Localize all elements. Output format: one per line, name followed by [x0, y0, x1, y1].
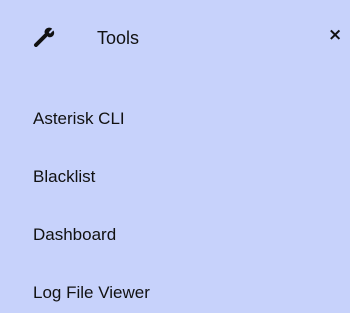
menu-item-dashboard[interactable]: Dashboard — [0, 212, 350, 270]
tools-menu: Asterisk CLI Blacklist Dashboard Log Fil… — [0, 96, 350, 313]
menu-item-log-file-viewer[interactable]: Log File Viewer — [0, 270, 350, 313]
panel-header: Tools × — [0, 0, 350, 78]
menu-item-label: Dashboard — [33, 225, 117, 244]
wrench-icon — [34, 27, 55, 47]
menu-item-blacklist[interactable]: Blacklist — [0, 154, 350, 212]
menu-item-label: Blacklist — [33, 167, 96, 186]
panel-title: Tools — [97, 28, 140, 48]
menu-item-asterisk-cli[interactable]: Asterisk CLI — [0, 96, 350, 154]
menu-item-label: Asterisk CLI — [33, 109, 125, 128]
menu-item-label: Log File Viewer — [33, 283, 150, 302]
close-icon[interactable]: × — [328, 25, 345, 45]
tools-menu-panel: Tools × Asterisk CLI Blacklist Dashboard… — [0, 0, 350, 313]
